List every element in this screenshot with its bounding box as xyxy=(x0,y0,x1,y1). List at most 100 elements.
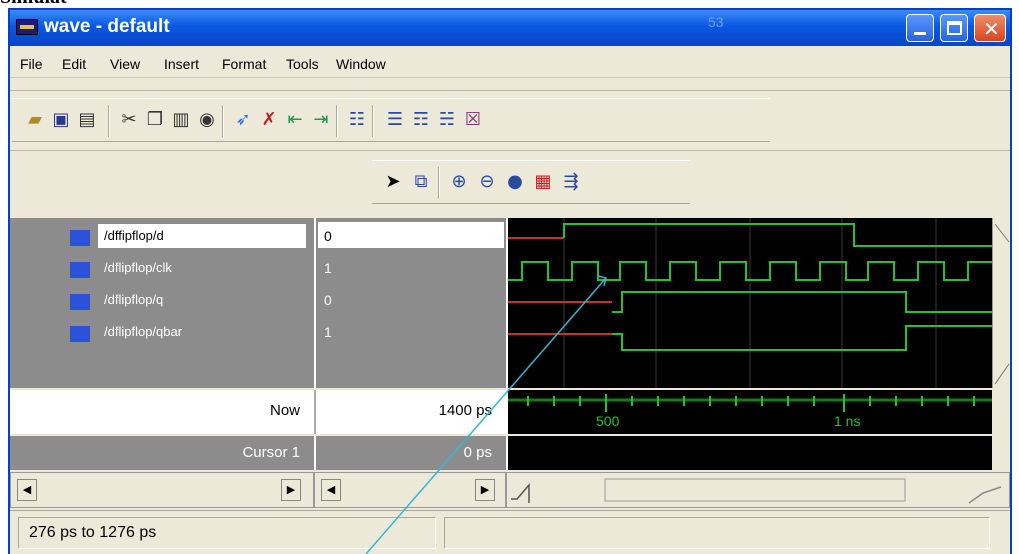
minimize-button[interactable] xyxy=(906,14,934,42)
signal-value-pane: 0 1 0 1 xyxy=(314,218,506,388)
signal-name[interactable]: /dffipflop/d xyxy=(98,224,306,248)
zoom-full-icon[interactable]: ● xyxy=(504,171,526,193)
paste-icon[interactable]: ▥ xyxy=(170,109,192,131)
selected-value-highlight xyxy=(318,222,504,248)
toolbar-separator xyxy=(108,105,110,137)
signal-icon xyxy=(70,262,90,278)
scrollbar-graphic xyxy=(994,223,1010,385)
waveform-vertical-scrollbar[interactable] xyxy=(992,218,1010,388)
signal-qbar-trace xyxy=(612,325,994,351)
zoom-area-icon[interactable]: ⧉ xyxy=(410,171,432,193)
next-edge-icon[interactable]: ⇶ xyxy=(560,171,582,193)
list-down-icon[interactable]: ☵ xyxy=(436,109,458,131)
title-bar[interactable]: wave - default 53 ✕ xyxy=(10,10,1010,46)
toolbar-separator xyxy=(438,167,440,199)
cursor-icon[interactable]: ▦ xyxy=(532,171,554,193)
status-panel-empty xyxy=(444,517,990,549)
find-icon[interactable]: ◉ xyxy=(196,109,218,131)
properties-icon[interactable]: ☷ xyxy=(346,109,368,131)
cursor-label-cell: Cursor 1 xyxy=(10,436,314,470)
delete-icon[interactable]: ✗ xyxy=(258,109,280,131)
waveform-horizontal-scrollbar[interactable] xyxy=(506,472,1010,508)
wrap-icon[interactable]: ⇥ xyxy=(310,109,332,131)
cursor-label: Cursor 1 xyxy=(242,444,300,461)
signal-name-pane: /dffipflop/d /dflipflop/clk /dflipflop/q… xyxy=(10,218,314,388)
app-icon xyxy=(16,19,38,35)
scroll-thumb xyxy=(604,478,906,502)
copy-icon[interactable]: ❐ xyxy=(144,109,166,131)
signal-name[interactable]: /dflipflop/q xyxy=(98,288,169,312)
signal-name[interactable]: /dflipflop/clk xyxy=(98,256,178,280)
names-horizontal-scrollbar[interactable]: ◀ ▶ xyxy=(10,472,314,508)
menu-view[interactable]: View xyxy=(110,56,140,72)
menu-window[interactable]: Window xyxy=(336,56,386,72)
cursor-value-cell: 0 ps xyxy=(314,436,506,470)
scroll-down-glyph xyxy=(994,363,1010,385)
signal-icon xyxy=(70,230,90,246)
zoom-in-icon[interactable]: ⊕ xyxy=(448,171,470,193)
menu-file[interactable]: File xyxy=(20,56,43,72)
window-title: wave - default xyxy=(44,16,170,37)
list-add-icon[interactable]: ☶ xyxy=(410,109,432,131)
maximize-button[interactable] xyxy=(940,14,968,42)
signal-row[interactable]: /dflipflop/qbar xyxy=(10,316,314,346)
wave-window: wave - default 53 ✕ File Edit View Inser… xyxy=(8,8,1012,554)
signal-name[interactable]: /dflipflop/qbar xyxy=(98,320,188,344)
ruler-side-filler xyxy=(992,390,1010,470)
open-icon[interactable]: ▰ xyxy=(24,109,46,131)
print-icon[interactable]: ▤ xyxy=(76,109,98,131)
signal-row[interactable]: /dffipflop/d xyxy=(10,220,314,250)
title-mark: 53 xyxy=(708,14,724,30)
close-button[interactable]: ✕ xyxy=(974,14,1006,42)
scroll-left-glyph xyxy=(511,482,530,503)
list-icon[interactable]: ☰ xyxy=(384,109,406,131)
close-icon: ✕ xyxy=(983,17,1000,41)
values-horizontal-scrollbar[interactable]: ◀ ▶ xyxy=(314,472,506,508)
scroll-left-icon[interactable]: ◀ xyxy=(17,479,37,501)
toolbar-separator xyxy=(336,105,338,137)
zoom-out-icon[interactable]: ⊖ xyxy=(476,171,498,193)
menu-tools[interactable]: Tools xyxy=(286,56,319,72)
status-bar: 276 ps to 1276 ps xyxy=(10,510,1010,554)
signal-q-trace xyxy=(612,291,994,313)
clear-icon[interactable]: ☒ xyxy=(462,109,484,131)
waveform-gridlines xyxy=(563,218,937,388)
cursor-value: 0 ps xyxy=(463,444,492,461)
ruler-label-500: 500 xyxy=(596,413,620,429)
now-value: 1400 ps xyxy=(438,402,492,419)
cut-icon[interactable]: ✂ xyxy=(118,109,140,131)
signal-icon xyxy=(70,294,90,310)
toolbar-divider xyxy=(10,90,1010,91)
time-ruler[interactable]: 500 1 ns xyxy=(506,390,994,434)
pointer-icon[interactable]: ➤ xyxy=(382,171,404,193)
insert-arrow-icon[interactable]: ⇤ xyxy=(284,109,306,131)
scroll-up-glyph xyxy=(994,223,1010,243)
menu-insert[interactable]: Insert xyxy=(164,56,199,72)
scroll-left-icon[interactable]: ◀ xyxy=(321,479,341,501)
minimize-icon xyxy=(914,32,926,35)
main-toolbar: ▰ ▣ ▤ ✂ ❐ ▥ ◉ ➶ ✗ ⇤ ⇥ ☷ ☰ ☶ ☵ ☒ xyxy=(12,98,770,142)
scroll-right-icon[interactable]: ▶ xyxy=(475,479,495,501)
waveform-canvas xyxy=(508,218,994,388)
signal-value: 0 xyxy=(324,292,332,308)
waveform-pane[interactable] xyxy=(506,218,994,388)
signal-row[interactable]: /dflipflop/clk xyxy=(10,252,314,282)
menu-edit[interactable]: Edit xyxy=(62,56,86,72)
now-value-cell: 1400 ps xyxy=(314,390,506,434)
signal-clk-trace xyxy=(508,261,994,281)
maximize-icon xyxy=(947,21,962,35)
signal-row[interactable]: /dflipflop/q xyxy=(10,284,314,314)
toolbar-separator xyxy=(372,105,374,137)
select-icon[interactable]: ➶ xyxy=(232,109,254,131)
signal-value: 1 xyxy=(324,260,332,276)
scroll-right-icon[interactable]: ▶ xyxy=(281,479,301,501)
waveform-scroll-graphic xyxy=(511,478,1002,504)
ruler-label-1ns: 1 ns xyxy=(834,413,860,429)
menu-format[interactable]: Format xyxy=(222,56,266,72)
signal-d-trace xyxy=(563,223,994,247)
menu-bar: File Edit View Insert Format Tools Windo… xyxy=(10,48,1010,78)
cursor-track[interactable] xyxy=(506,436,992,470)
save-icon[interactable]: ▣ xyxy=(50,109,72,131)
toolbar-separator xyxy=(222,105,224,137)
scroll-right-glyph xyxy=(968,486,1002,504)
